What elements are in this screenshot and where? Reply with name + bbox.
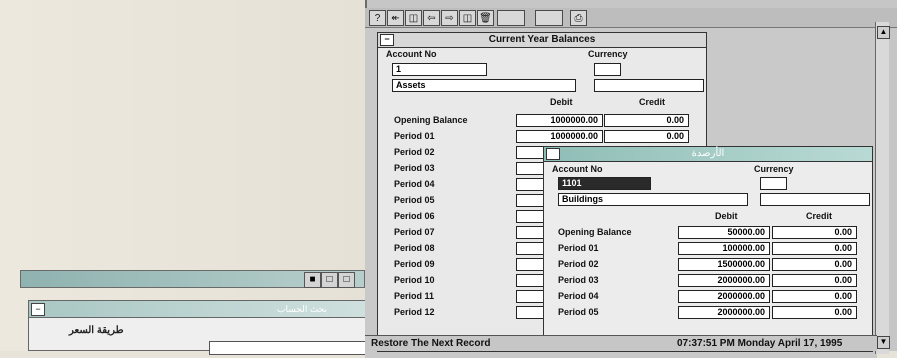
- currency-label: Currency: [588, 49, 628, 59]
- period-label: Period 08: [394, 243, 435, 253]
- currency-label: Currency: [754, 164, 794, 174]
- credit-field[interactable]: 0.00: [772, 274, 857, 287]
- toolbar-blank-button[interactable]: [497, 10, 525, 26]
- window-title-text: الأرصدة: [691, 148, 725, 159]
- period-label: Period 05: [394, 195, 435, 205]
- credit-field[interactable]: 0.00: [604, 114, 689, 127]
- back-window-label: طريقة السعر: [69, 325, 124, 336]
- next-record-icon[interactable]: ⇨: [441, 10, 458, 26]
- debit-field[interactable]: 2000000.00: [678, 290, 770, 303]
- back-window-title: − بحث الحساب: [29, 301, 367, 318]
- period-label: Period 07: [394, 227, 435, 237]
- print-icon[interactable]: ⎙: [570, 10, 587, 26]
- back-window-field[interactable]: [209, 341, 371, 355]
- minimize-button[interactable]: □: [321, 272, 338, 288]
- credit-field[interactable]: 0.00: [604, 130, 689, 143]
- account-balances-window: − الأرصدة Account No Currency 1101 Build…: [543, 146, 873, 352]
- back-window-title-text: بحث الحساب: [277, 304, 327, 314]
- currency-name-field[interactable]: [760, 193, 870, 206]
- last-record-icon[interactable]: ◫: [459, 10, 476, 26]
- period-label: Period 05: [558, 307, 599, 317]
- currency-field[interactable]: [760, 177, 787, 190]
- debit-field[interactable]: 1000000.00: [516, 114, 603, 127]
- status-bar: Restore The Next Record 07:37:51 PM Mond…: [365, 335, 877, 351]
- previous-record-icon[interactable]: ⇦: [423, 10, 440, 26]
- debit-field[interactable]: 50000.00: [678, 226, 770, 239]
- period-label: Opening Balance: [558, 227, 632, 237]
- window-control-button[interactable]: ■: [304, 272, 321, 288]
- account-no-label: Account No: [386, 49, 437, 59]
- debit-field[interactable]: 1000000.00: [516, 130, 603, 143]
- period-label: Opening Balance: [394, 115, 468, 125]
- credit-field[interactable]: 0.00: [772, 258, 857, 271]
- debit-field[interactable]: 100000.00: [678, 242, 770, 255]
- credit-field[interactable]: 0.00: [772, 290, 857, 303]
- back-window: − بحث الحساب طريقة السعر: [28, 300, 371, 355]
- period-label: Period 03: [394, 163, 435, 173]
- back-window-titlebar: ■ □ □: [20, 270, 365, 288]
- vertical-scrollbar[interactable]: ▲ ▼: [875, 22, 890, 354]
- credit-field[interactable]: 0.00: [772, 226, 857, 239]
- debit-field[interactable]: 2000000.00: [678, 306, 770, 319]
- maximize-button[interactable]: □: [338, 272, 355, 288]
- account-no-label: Account No: [552, 164, 603, 174]
- account-name-field[interactable]: Assets: [392, 79, 576, 92]
- scroll-up-icon[interactable]: ▲: [877, 26, 890, 39]
- scroll-down-icon[interactable]: ▼: [877, 336, 890, 349]
- status-clock: 07:37:51 PM Monday April 17, 1995: [677, 338, 843, 349]
- period-label: Period 03: [558, 275, 599, 285]
- account-no-field[interactable]: 1101: [558, 177, 651, 190]
- account-no-field[interactable]: 1: [392, 63, 487, 76]
- period-label: Period 02: [394, 147, 435, 157]
- credit-header: Credit: [806, 211, 833, 221]
- debit-field[interactable]: 2000000.00: [678, 274, 770, 287]
- credit-field[interactable]: 0.00: [772, 242, 857, 255]
- window-title: − Current Year Balances: [378, 33, 706, 48]
- rewind-icon[interactable]: ↞: [387, 10, 404, 26]
- debit-header: Debit: [715, 211, 738, 221]
- account-name-field[interactable]: Buildings: [558, 193, 748, 206]
- help-button[interactable]: ?: [369, 10, 386, 26]
- period-label: Period 06: [394, 211, 435, 221]
- period-label: Period 01: [394, 131, 435, 141]
- debit-field[interactable]: 1500000.00: [678, 258, 770, 271]
- period-label: Period 04: [394, 179, 435, 189]
- first-record-icon[interactable]: ◫: [405, 10, 422, 26]
- status-message: Restore The Next Record: [371, 338, 491, 349]
- credit-field[interactable]: 0.00: [772, 306, 857, 319]
- currency-field[interactable]: [594, 63, 621, 76]
- window-title: − الأرصدة: [544, 147, 872, 162]
- period-label: Period 09: [394, 259, 435, 269]
- credit-header: Credit: [639, 97, 666, 107]
- toolbar: ? ↞ ◫ ⇦ ⇨ ◫ 🗑 ⎙: [365, 8, 897, 28]
- system-menu-icon[interactable]: −: [380, 34, 394, 46]
- period-label: Period 04: [558, 291, 599, 301]
- system-menu-icon[interactable]: −: [546, 148, 560, 160]
- period-label: Period 01: [558, 243, 599, 253]
- delete-icon[interactable]: 🗑: [477, 10, 494, 26]
- period-label: Period 11: [394, 291, 435, 301]
- system-menu-icon[interactable]: −: [31, 303, 45, 316]
- debit-header: Debit: [550, 97, 573, 107]
- currency-name-field[interactable]: [594, 79, 704, 92]
- period-label: Period 12: [394, 307, 435, 317]
- period-label: Period 02: [558, 259, 599, 269]
- toolbar-blank-button[interactable]: [535, 10, 563, 26]
- window-title-text: Current Year Balances: [488, 34, 596, 45]
- period-label: Period 10: [394, 275, 435, 285]
